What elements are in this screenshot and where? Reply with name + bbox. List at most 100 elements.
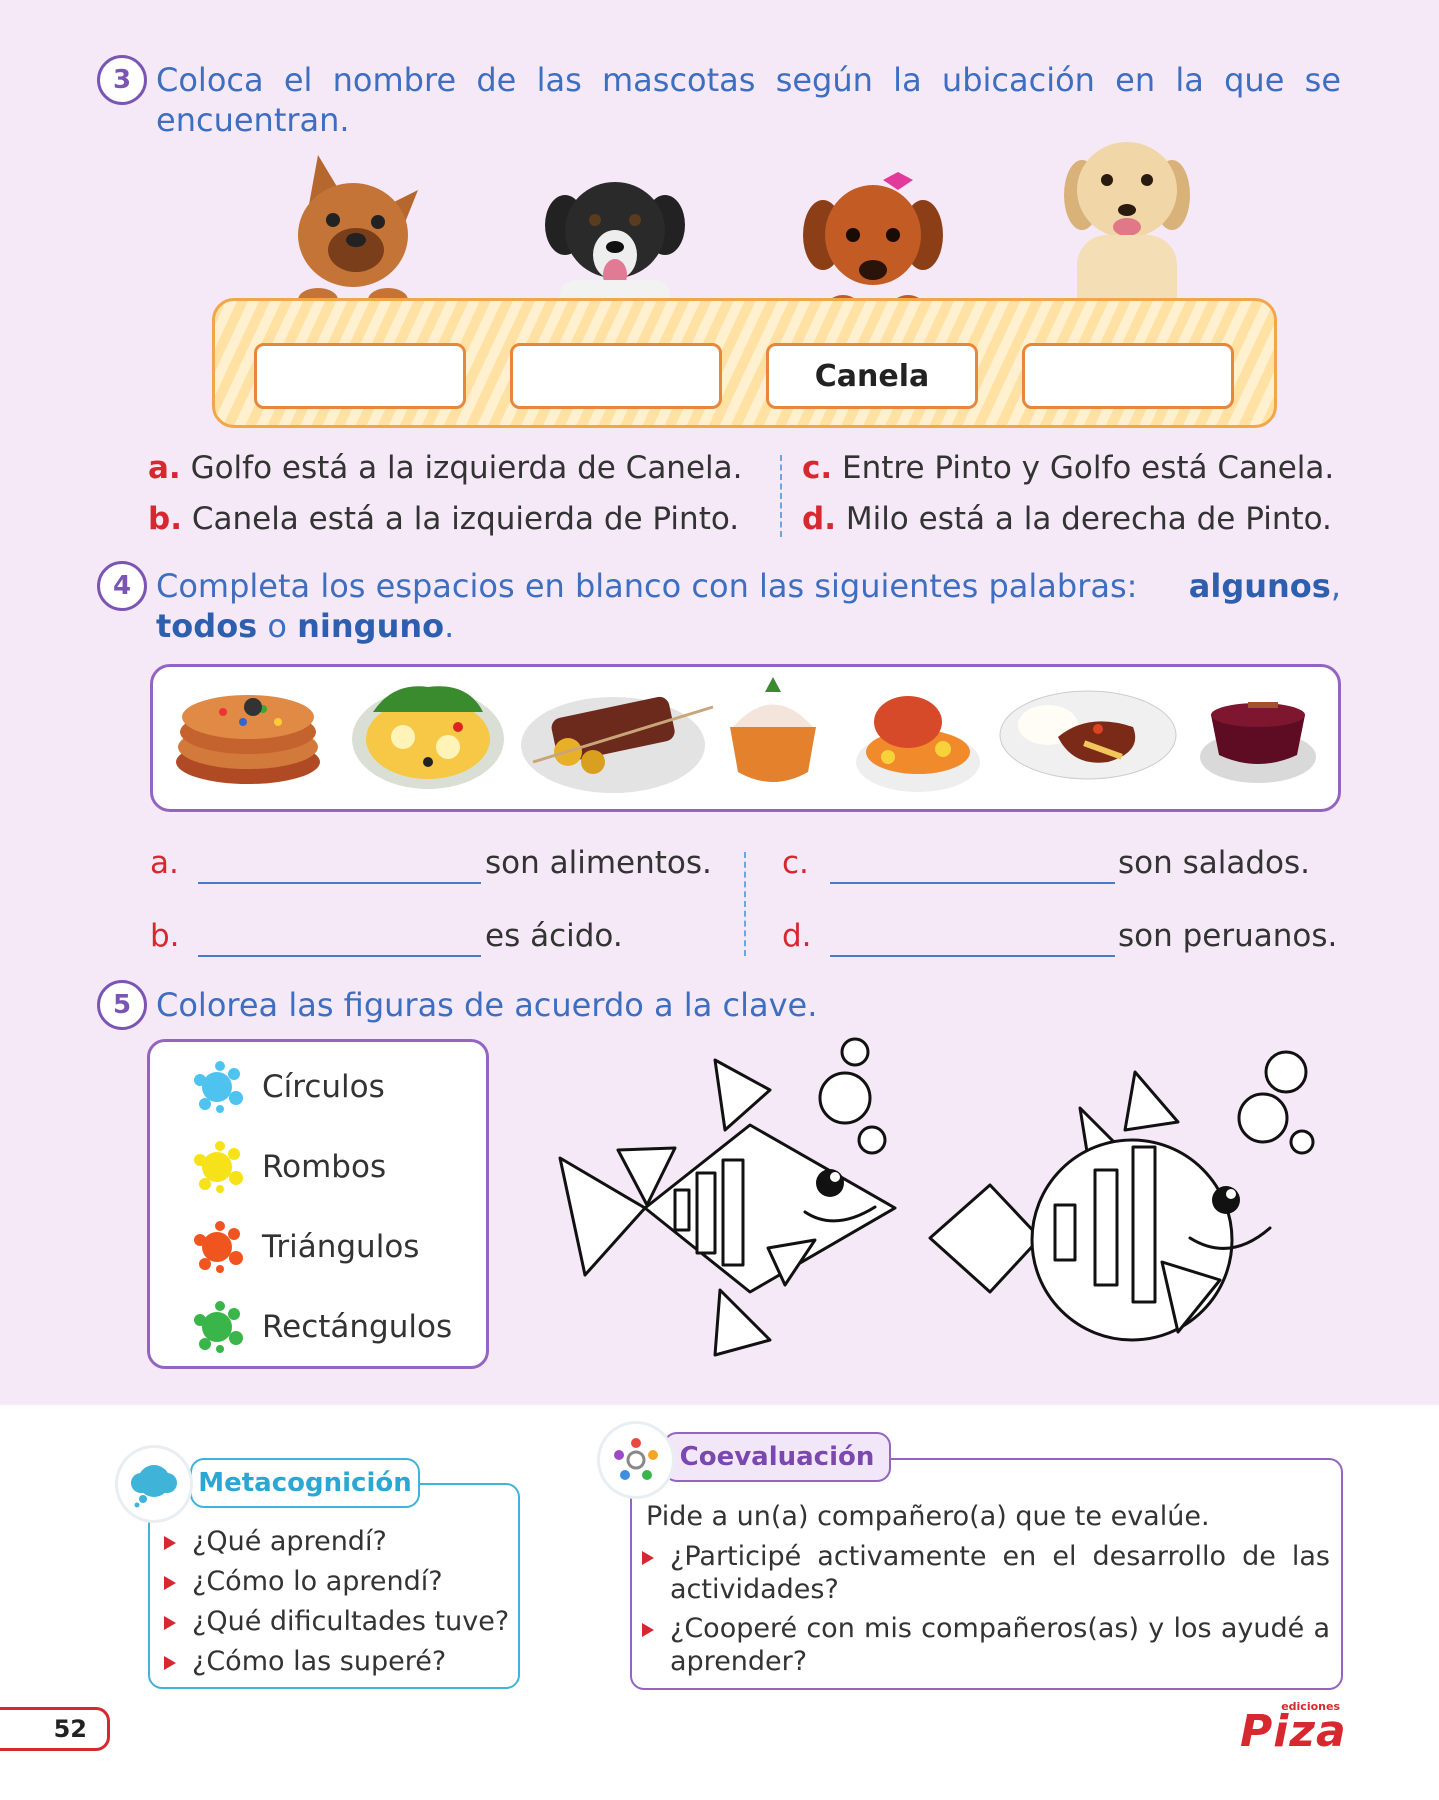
people-circle-icon [600,1424,672,1496]
comma: , [1330,567,1341,605]
clue-text: Golfo está a la izquierda de Canela. [190,450,743,486]
row-letter: c. [782,845,809,881]
exercise-5-number: 5 [97,980,147,1030]
fish1-top-triangle [713,1058,772,1132]
key-rectangles: Rectángulos [190,1300,452,1354]
clue-d: d. Milo está a la derecha de Pinto. [802,501,1332,537]
coevaluation-intro: Pide a un(a) compañero(a) que te evalúe. [646,1501,1210,1532]
word-ninguno: ninguno [297,607,445,645]
name-box-3[interactable]: Canela [766,343,978,409]
fish2-rect-large [1131,1145,1157,1304]
blank-suffix-c: son salados. [1118,845,1311,881]
exercise-4-number: 4 [97,561,147,611]
key-label: Rombos [262,1149,387,1185]
clue-text: Entre Pinto y Golfo está Canela. [842,450,1335,486]
blank-line-d[interactable] [830,955,1115,957]
name-box-1[interactable] [254,343,466,409]
clue-letter: c. [802,450,833,486]
blank-row-c: c. [782,845,832,881]
word-algunos: algunos [1188,567,1331,605]
fish2-rect-medium [1093,1168,1119,1287]
bubble [1264,1050,1308,1094]
exercise-3-instruction: Coloca el nombre de las mascotas según l… [156,61,1341,139]
divider [780,455,782,537]
row-letter: b. [150,918,180,954]
anticuchos-plate-image [521,696,714,793]
key-label: Triángulos [262,1229,420,1265]
question-item: ¿Participé activamente en el desarrollo … [640,1540,1330,1606]
period: . [444,607,455,645]
blank-line-a[interactable] [198,882,481,884]
divider [744,852,746,956]
metacognition-questions: ¿Qué aprendí? ¿Cómo lo aprendí? ¿Qué dif… [162,1525,509,1678]
blank-line-c[interactable] [830,882,1115,884]
seafood-soup-image [856,696,980,792]
key-rhombuses: Rombos [190,1140,386,1194]
row-letter: d. [782,918,812,954]
key-label: Rectángulos [262,1309,453,1345]
clue-letter: d. [802,501,836,537]
key-label: Círculos [262,1069,385,1105]
exercise-5-instruction: Colorea las figuras de acuerdo a la clav… [156,986,818,1024]
name-box-4[interactable] [1022,343,1234,409]
fish1-rect-medium [695,1171,717,1255]
fish-drawings[interactable] [550,1030,1340,1380]
word-todos: todos [156,607,258,645]
metacognition-title: Metacognición [190,1458,420,1508]
clue-a: a. Golfo está a la izquierda de Canela. [148,450,743,486]
blank-line-b[interactable] [198,955,481,957]
logo-main-text: Piza [1240,1706,1347,1757]
clue-text: Milo está a la derecha de Pinto. [845,501,1332,537]
question-item: ¿Cómo lo aprendí? [162,1565,509,1598]
fish2-top-triangle-2 [1123,1070,1180,1132]
clue-letter: b. [148,501,182,537]
question-item: ¿Qué dificultades tuve? [162,1605,509,1638]
instruction-lead: Completa los espacios en blanco con las … [156,567,1138,605]
coevaluation-title: Coevaluación [663,1432,891,1482]
key-circles: Círculos [190,1060,385,1114]
exercise-3-number: 3 [97,55,147,105]
clue-b: b. Canela está a la izquierda de Pinto. [148,501,739,537]
piza-logo: ediciones Piza [1240,1700,1347,1757]
bubble [1289,1129,1315,1155]
instruction-word-group: algunos, [1189,566,1341,606]
blank-row-b: b. [150,918,200,954]
yellow-splash-icon [194,1141,243,1193]
color-key-box: Círculos Rombos Triángulos Rectángulos [147,1039,489,1369]
instruction-line-1: Completa los espacios en blanco con las … [156,566,1341,606]
food-images-box [150,664,1341,812]
clue-text: Canela está a la izquierda de Pinto. [191,501,740,537]
bubble [1237,1092,1289,1144]
orange-splash-icon [194,1221,243,1273]
fish2-tail-rhombus [928,1183,1042,1294]
instruction-line-2: todos o ninguno. [156,606,1341,646]
blue-splash-icon [194,1061,243,1113]
bubble [840,1037,870,1067]
connector-o: o [267,607,287,645]
coevaluation-questions: ¿Participé activamente en el desarrollo … [640,1540,1330,1678]
question-item: ¿Qué aprendí? [162,1525,509,1558]
food-illustrations [176,677,1316,793]
question-item: ¿Cooperé con mis compañeros(as) y los ay… [640,1612,1330,1678]
page-number: 52 [0,1707,110,1751]
blank-row-a: a. [150,845,200,881]
blank-suffix-b: es ácido. [485,918,623,954]
causa-plate-image [352,686,504,789]
green-splash-icon [194,1301,243,1353]
dog-bulldog-image [298,155,418,312]
row-letter: a. [150,845,179,881]
dessert-cup-image [730,677,816,782]
blank-row-d: d. [782,918,832,954]
blank-suffix-a: son alimentos. [485,845,712,881]
clue-letter: a. [148,450,181,486]
thought-bubble-icon [118,1448,190,1520]
blank-suffix-d: son peruanos. [1118,918,1338,954]
name-box-2[interactable] [510,343,722,409]
purple-dessert-image [1200,702,1316,783]
fish1-rect-large [721,1158,745,1267]
bubble [857,1125,887,1155]
fish1-rect-small [673,1188,691,1232]
lomo-saltado-plate-image [999,690,1177,780]
pancakes-image [176,695,320,784]
clue-c: c. Entre Pinto y Golfo está Canela. [802,450,1334,486]
